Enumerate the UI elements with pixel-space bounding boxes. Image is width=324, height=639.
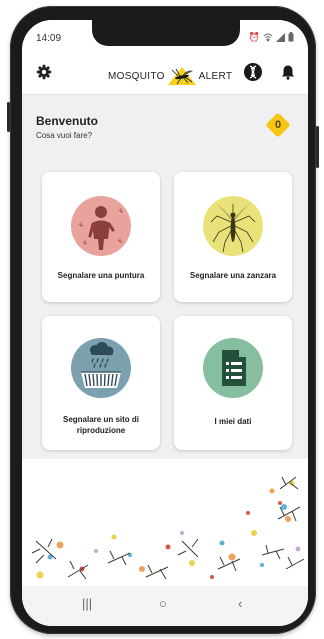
- report-breeding-site-label: Segnalare un sito di riproduzione: [62, 415, 139, 435]
- back-icon[interactable]: ‹: [238, 596, 242, 611]
- status-bar: 14:09 ⏰: [22, 20, 308, 54]
- person-bite-icon: [71, 196, 131, 256]
- decorative-background: [22, 459, 308, 586]
- document-icon: [203, 338, 263, 398]
- signal-icon: [276, 32, 285, 42]
- mosquito-logo-icon: [167, 67, 196, 85]
- report-bite-label: Segnalare una puntura: [57, 271, 145, 280]
- home-icon[interactable]: ○: [159, 596, 167, 611]
- report-mosquito-card[interactable]: Segnalare una zanzara: [174, 172, 292, 302]
- recent-apps-icon[interactable]: |||: [82, 596, 92, 611]
- wifi-icon: [263, 33, 273, 42]
- system-navigation-bar: ||| ○ ‹: [22, 586, 308, 626]
- phone-screen: 14:09 ⏰ MOSQUITO ALERT Benvenuto Cosa vu…: [22, 20, 308, 626]
- notch: [92, 20, 240, 46]
- my-data-card[interactable]: I miei dati: [174, 316, 292, 450]
- rain-drain-icon: [71, 338, 131, 398]
- app-logo: MOSQUITO ALERT: [108, 66, 232, 86]
- welcome-title: Benvenuto: [36, 114, 99, 128]
- status-time: 14:09: [36, 33, 62, 44]
- welcome-panel: Benvenuto Cosa vuoi fare? 0: [22, 95, 308, 171]
- alarm-icon: ⏰: [248, 32, 260, 42]
- score-value: 0: [274, 119, 282, 131]
- score-badge[interactable]: 0: [262, 109, 294, 141]
- mosquito-icon: [203, 196, 263, 256]
- report-bite-card[interactable]: Segnalare una puntura: [42, 172, 160, 302]
- status-icons: ⏰: [249, 32, 294, 42]
- bell-icon[interactable]: [281, 64, 295, 80]
- dna-icon[interactable]: [244, 63, 262, 81]
- gear-icon[interactable]: [36, 64, 52, 80]
- logo-text-mosquito: MOSQUITO: [108, 70, 165, 82]
- volume-button: [7, 102, 10, 132]
- report-mosquito-label: Segnalare una zanzara: [189, 271, 277, 280]
- mosquito-pattern-illustration: [31, 476, 305, 580]
- report-breeding-site-card[interactable]: Segnalare un sito di riproduzione: [42, 316, 160, 450]
- my-data-label: I miei dati: [214, 417, 252, 426]
- power-button: [316, 126, 319, 168]
- app-bar: MOSQUITO ALERT: [22, 54, 308, 95]
- battery-icon: [288, 32, 294, 42]
- welcome-subtitle: Cosa vuoi fare?: [36, 131, 93, 140]
- logo-text-alert: ALERT: [198, 70, 233, 82]
